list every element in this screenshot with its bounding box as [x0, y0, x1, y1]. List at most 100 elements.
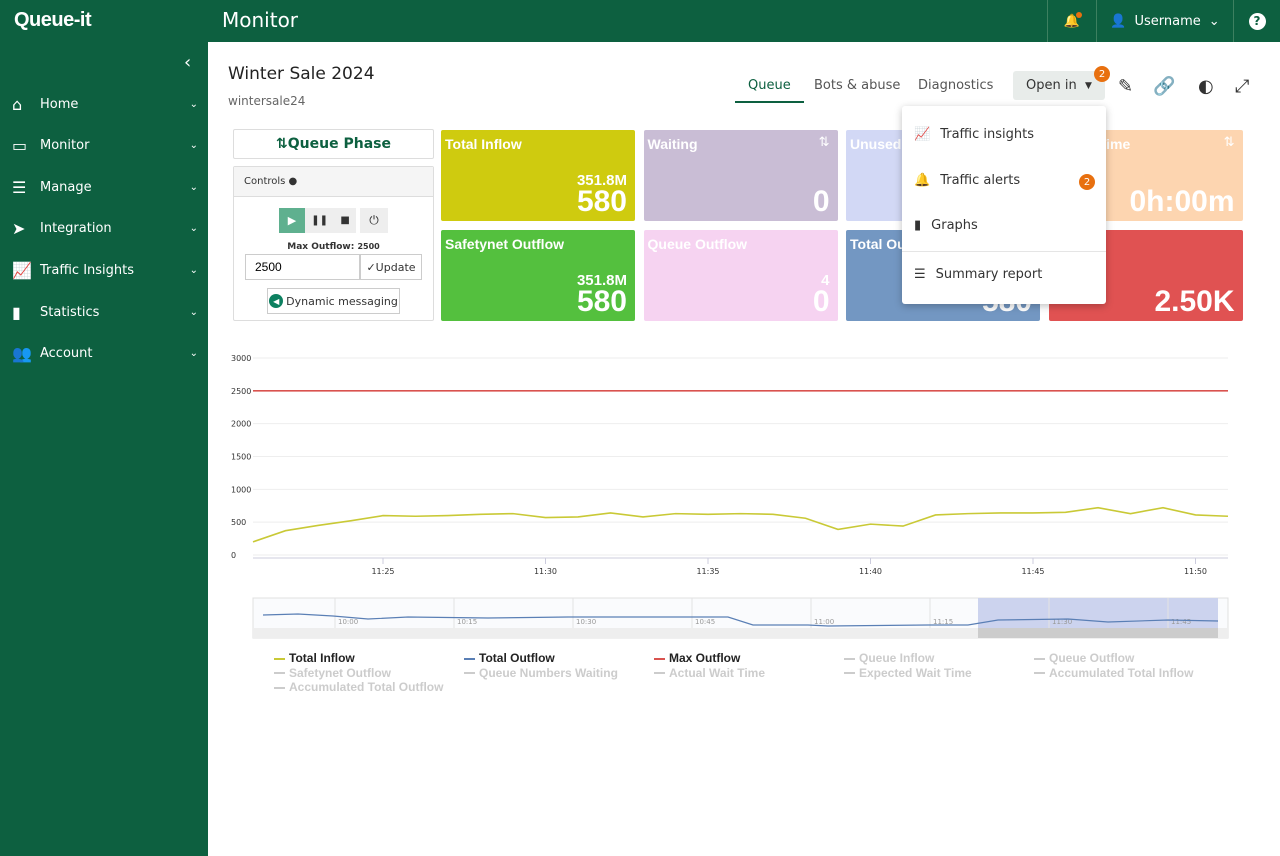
logo[interactable]: Queue-it: [14, 9, 92, 32]
chevron-down-icon: ⌄: [189, 348, 198, 360]
legend-label: Accumulated Total Outflow: [289, 680, 444, 694]
menu-label: Traffic alerts: [940, 173, 1021, 188]
refresh-icon[interactable]: ⇅: [1224, 134, 1235, 150]
main-content: Winter Sale 2024 wintersale24 Queue Bots…: [208, 42, 1280, 856]
chevron-down-icon: ⌄: [189, 306, 198, 318]
list-icon: ☰: [12, 177, 27, 197]
legend-item[interactable]: Queue Outflow: [1034, 651, 1134, 665]
legend-item[interactable]: Safetynet Outflow: [274, 666, 391, 680]
help-icon: ●: [288, 176, 298, 187]
legend-item[interactable]: Queue Inflow: [844, 651, 934, 665]
metric-card[interactable]: Waiting ⇅ 0: [643, 130, 838, 221]
menu-item-summary-report[interactable]: ☰ Summary report: [914, 267, 1042, 282]
tab-queue[interactable]: Queue: [735, 78, 804, 103]
sidebar-item-label: Integration: [40, 221, 112, 237]
legend-item[interactable]: Queue Numbers Waiting: [464, 666, 618, 680]
x-tick-label: 11:45: [1021, 567, 1044, 576]
sidebar-item-statistics[interactable]: ▮ Statistics ⌄: [12, 300, 198, 324]
legend-label: Queue Numbers Waiting: [479, 665, 618, 680]
chevron-down-icon: ⌄: [1208, 13, 1220, 29]
line-chart: 0 500 1000 1500 2000 2500 3000 11:25 11:30 11:35 1…: [231, 354, 1229, 639]
y-tick-label: 500: [231, 518, 246, 527]
card-value: 580: [576, 185, 627, 218]
dynamic-messaging-button[interactable]: ◀ Dynamic messaging: [267, 288, 400, 314]
sidebar-item-label: Traffic Insights: [40, 262, 135, 278]
checklist-icon: ☰: [914, 267, 926, 282]
edit-icon[interactable]: ✎: [1118, 76, 1133, 97]
sidebar-item-integration[interactable]: ➤ Integration ⌄: [12, 217, 198, 241]
help-button[interactable]: ?: [1233, 0, 1280, 42]
refresh-icon[interactable]: ⇅: [819, 134, 830, 150]
legend-label: Expected Wait Time: [859, 665, 972, 680]
card-value: 0: [812, 185, 830, 218]
chart-line-icon: 📈: [12, 260, 32, 280]
pause-button[interactable]: ❚❚: [311, 215, 328, 226]
update-button[interactable]: ✓Update: [360, 254, 422, 280]
sidebar-item-traffic-insights[interactable]: 📈 Traffic Insights ⌄: [12, 258, 198, 282]
card-value: 580: [576, 285, 627, 318]
chevron-down-icon: ⌄: [189, 98, 198, 110]
legend-item[interactable]: Expected Wait Time: [844, 666, 972, 680]
card-value: 0h:00m: [1129, 185, 1235, 218]
max-outflow-label: Max Outflow:: [287, 242, 355, 252]
fullscreen-icon[interactable]: ⤢: [1235, 76, 1249, 97]
notifications-button[interactable]: 🔔: [1047, 0, 1096, 42]
card-value: 2.50K: [1154, 285, 1235, 318]
tab-bots-abuse[interactable]: Bots & abuse: [814, 78, 900, 101]
user-menu[interactable]: 👤 Username ⌄: [1096, 0, 1233, 42]
metric-card[interactable]: Queue Outflow 4 0: [643, 230, 838, 321]
bar-chart-icon: ▮: [12, 302, 21, 322]
legend-item[interactable]: Accumulated Total Inflow: [1034, 666, 1193, 680]
power-button[interactable]: ⏻: [360, 208, 388, 233]
contrast-icon[interactable]: ◐: [1198, 76, 1214, 97]
user-icon: 👤: [1110, 13, 1127, 29]
menu-label: Traffic insights: [940, 127, 1034, 142]
play-button[interactable]: ▶: [279, 208, 305, 233]
navigator-scrollbar-thumb[interactable]: [978, 628, 1218, 638]
sidebar-item-monitor[interactable]: ▭ Monitor ⌄: [12, 134, 198, 158]
stop-button[interactable]: ■: [340, 215, 349, 226]
controls-title: Controls: [244, 176, 286, 187]
legend-item[interactable]: Total Inflow: [274, 651, 355, 665]
legend-label: Total Outflow: [479, 651, 555, 665]
legend-label: Accumulated Total Inflow: [1049, 665, 1194, 680]
open-in-label: Open in: [1026, 78, 1077, 93]
sidebar-item-manage[interactable]: ☰ Manage ⌄: [12, 175, 198, 199]
monitor-icon: ▭: [12, 136, 28, 156]
card-value: 0: [812, 285, 830, 318]
legend-item[interactable]: Total Outflow: [464, 651, 555, 665]
chevron-down-icon: ⌄: [189, 181, 198, 193]
menu-item-traffic-insights[interactable]: 📈 Traffic insights: [914, 127, 1034, 142]
legend-label: Safetynet Outflow: [289, 665, 392, 680]
chart-line-icon: 📈: [914, 127, 931, 142]
collapse-sidebar-icon[interactable]: ‹: [184, 52, 191, 73]
y-tick-label: 3000: [231, 354, 251, 363]
home-icon: ⌂: [12, 94, 23, 114]
help-icon: ?: [1248, 12, 1266, 30]
x-tick-label: 11:50: [1184, 567, 1207, 576]
metric-card[interactable]: Total Inflow 351.8M 580: [441, 130, 635, 221]
megaphone-icon: ◀: [269, 294, 284, 308]
username: Username: [1134, 13, 1201, 29]
menu-item-traffic-alerts[interactable]: 🔔 Traffic alerts: [914, 173, 1020, 188]
queue-phase-button[interactable]: ⇅ Queue Phase: [233, 129, 434, 159]
menu-item-graphs[interactable]: ▮ Graphs: [914, 218, 978, 233]
sidebar-item-home[interactable]: ⌂ Home ⌄: [12, 92, 198, 116]
legend-item[interactable]: Actual Wait Time: [654, 666, 765, 680]
navigator-tick-label: 11:00: [814, 618, 834, 626]
tab-diagnostics[interactable]: Diagnostics: [918, 78, 993, 101]
navigator-tick-label: 11:45: [1171, 618, 1191, 626]
legend-item[interactable]: Accumulated Total Outflow: [274, 680, 443, 694]
open-in-button[interactable]: Open in ▼: [1013, 71, 1105, 100]
legend-item[interactable]: Max Outflow: [654, 651, 740, 665]
x-tick-label: 11:35: [696, 567, 719, 576]
y-tick-label: 1500: [231, 453, 251, 462]
sidebar-item-account[interactable]: 👥 Account ⌄: [12, 342, 198, 366]
metric-card[interactable]: Safetynet Outflow 351.8M 580: [441, 230, 635, 321]
dynamic-messaging-label: Dynamic messaging: [286, 294, 398, 308]
bell-icon: 🔔: [914, 173, 931, 188]
sidebar-item-label: Manage: [40, 179, 92, 195]
caret-down-icon: ▼: [1085, 80, 1092, 91]
link-icon[interactable]: 🔗: [1153, 76, 1175, 97]
max-outflow-input[interactable]: [245, 254, 360, 280]
